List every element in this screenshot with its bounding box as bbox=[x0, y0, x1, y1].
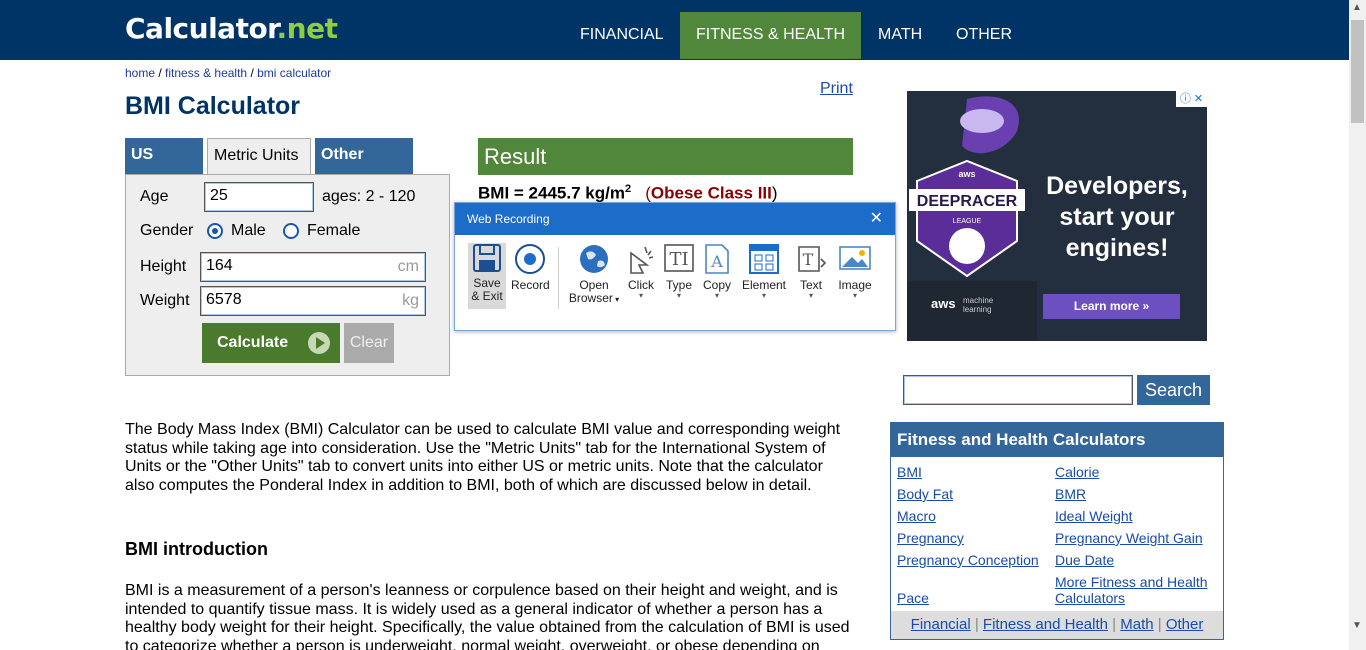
aws-logo: aws bbox=[931, 296, 956, 311]
gender-label: Gender bbox=[140, 222, 194, 239]
text-icon: T bbox=[798, 246, 827, 272]
record-button[interactable]: Record bbox=[511, 243, 550, 292]
link-body-fat[interactable]: Body Fat bbox=[897, 486, 953, 502]
scrollbar-thumb[interactable] bbox=[1351, 20, 1364, 123]
type-button[interactable]: TI Type ▾ bbox=[662, 243, 696, 300]
click-icon bbox=[630, 246, 654, 274]
footer-link-other[interactable]: Other bbox=[1166, 616, 1204, 633]
scroll-down-icon[interactable]: ▼ bbox=[1352, 620, 1362, 631]
image-button[interactable]: Image ▾ bbox=[835, 243, 875, 300]
bmi-result: BMI = 2445.7 kg/m2 (Obese Class III) bbox=[478, 183, 778, 203]
link-calorie[interactable]: Calorie bbox=[1055, 464, 1099, 480]
footer-link-financial[interactable]: Financial bbox=[911, 616, 971, 633]
panel-footer: Financial | Fitness and Health | Math | … bbox=[891, 611, 1223, 639]
ad-info-close-icon[interactable]: ⓘ ✕ bbox=[1176, 91, 1207, 107]
scroll-up-icon[interactable]: ▲ bbox=[1352, 2, 1362, 13]
click-button[interactable]: Click ▾ bbox=[623, 243, 659, 300]
copy-button[interactable]: A Copy ▾ bbox=[700, 243, 734, 300]
panel-heading: Fitness and Health Calculators bbox=[891, 423, 1223, 457]
site-logo[interactable]: Calculator.net bbox=[125, 12, 338, 45]
link-pregnancy-weight-gain[interactable]: Pregnancy Weight Gain bbox=[1055, 530, 1203, 546]
female-radio[interactable] bbox=[283, 223, 299, 239]
height-label: Height bbox=[140, 258, 187, 275]
weight-label: Weight bbox=[140, 292, 190, 309]
age-hint: ages: 2 - 120 bbox=[322, 188, 416, 205]
ad-learn-more-button[interactable]: Learn more » bbox=[1043, 294, 1180, 319]
print-link[interactable]: Print bbox=[820, 80, 853, 98]
breadcrumb-fitness[interactable]: fitness & health bbox=[165, 66, 247, 80]
svg-text:DEEPRACER: DEEPRACER bbox=[917, 193, 1018, 210]
nav-fitness-health[interactable]: FITNESS & HEALTH bbox=[680, 12, 862, 59]
weight-input[interactable]: 6578 kg bbox=[200, 286, 426, 316]
search-input[interactable] bbox=[903, 375, 1133, 405]
svg-text:LEAGUE: LEAGUE bbox=[953, 218, 982, 225]
breadcrumb: home / fitness & health / bmi calculator bbox=[125, 66, 332, 80]
open-browser-button[interactable]: Open Browser ▾ bbox=[565, 243, 623, 306]
save-exit-button[interactable]: Save & Exit bbox=[468, 243, 506, 309]
link-pregnancy[interactable]: Pregnancy bbox=[897, 530, 964, 546]
result-heading: Result bbox=[478, 138, 853, 175]
female-label[interactable]: Female bbox=[307, 222, 360, 240]
search-button[interactable]: Search bbox=[1137, 375, 1210, 405]
bmi-intro-paragraph: BMI is a measurement of a person's leann… bbox=[125, 582, 850, 650]
nav-financial[interactable]: FINANCIAL bbox=[564, 12, 680, 59]
link-pace[interactable]: Pace bbox=[897, 590, 929, 606]
tab-metric-units[interactable]: Metric Units bbox=[207, 138, 311, 176]
svg-text:TI: TI bbox=[669, 249, 688, 270]
link-macro[interactable]: Macro bbox=[897, 508, 936, 524]
element-button[interactable]: Element ▾ bbox=[740, 243, 788, 300]
svg-text:T: T bbox=[803, 250, 814, 269]
ad-subtitle: machine learning bbox=[963, 296, 994, 314]
age-input[interactable]: 25 bbox=[204, 182, 314, 212]
breadcrumb-current[interactable]: bmi calculator bbox=[257, 66, 331, 80]
text-button[interactable]: T Text ▾ bbox=[793, 243, 829, 300]
link-pregnancy-conception[interactable]: Pregnancy Conception bbox=[897, 552, 1039, 568]
link-more-calculators[interactable]: More Fitness and Health Calculators bbox=[1055, 574, 1225, 606]
nav-other[interactable]: OTHER bbox=[940, 12, 1028, 59]
breadcrumb-home[interactable]: home bbox=[125, 66, 155, 80]
play-arrow-icon bbox=[308, 332, 330, 354]
link-bmr[interactable]: BMR bbox=[1055, 486, 1086, 502]
element-icon bbox=[749, 244, 779, 274]
toolbar-separator bbox=[558, 247, 559, 309]
male-label[interactable]: Male bbox=[231, 222, 266, 240]
intro-paragraph: The Body Mass Index (BMI) Calculator can… bbox=[125, 421, 841, 494]
page-scrollbar[interactable]: ▲ ▼ bbox=[1349, 0, 1366, 650]
tab-us-units[interactable]: US Units bbox=[125, 138, 203, 197]
link-due-date[interactable]: Due Date bbox=[1055, 552, 1114, 568]
age-label: Age bbox=[140, 188, 169, 205]
type-icon: TI bbox=[664, 244, 694, 272]
tab-other-units[interactable]: Other Units bbox=[315, 138, 413, 197]
globe-icon bbox=[580, 245, 608, 273]
image-icon bbox=[839, 246, 871, 270]
close-icon[interactable]: ✕ bbox=[870, 203, 883, 235]
footer-link-math[interactable]: Math bbox=[1120, 616, 1153, 633]
footer-link-fitness[interactable]: Fitness and Health bbox=[983, 616, 1108, 633]
height-unit: cm bbox=[397, 258, 419, 275]
link-ideal-weight[interactable]: Ideal Weight bbox=[1055, 508, 1133, 524]
copy-icon: A bbox=[705, 244, 729, 274]
save-icon bbox=[473, 244, 501, 272]
svg-text:aws: aws bbox=[958, 169, 975, 179]
page-title: BMI Calculator bbox=[125, 92, 301, 120]
link-bmi[interactable]: BMI bbox=[897, 464, 922, 480]
bmi-classification: Obese Class III bbox=[650, 183, 772, 203]
ad-headline: Developers, start your engines! bbox=[1046, 172, 1188, 262]
male-radio[interactable] bbox=[207, 223, 223, 239]
svg-text:A: A bbox=[710, 252, 723, 271]
section-heading: BMI introduction bbox=[125, 539, 268, 559]
nav-math[interactable]: MATH bbox=[862, 12, 938, 59]
aws-ad[interactable]: ⓘ ✕ DEEPRACER aws LEAGUE Developers, sta… bbox=[907, 91, 1207, 341]
top-navigation-bar: Calculator.net FINANCIAL FITNESS & HEALT… bbox=[0, 0, 1349, 60]
weight-unit: kg bbox=[402, 292, 419, 309]
fitness-calculators-panel: Fitness and Health Calculators BMI Body … bbox=[890, 422, 1224, 640]
clear-button[interactable]: Clear bbox=[344, 323, 394, 363]
recorder-titlebar[interactable]: Web Recording ✕ bbox=[455, 203, 895, 235]
record-icon bbox=[515, 244, 545, 274]
calculate-button[interactable]: Calculate bbox=[202, 323, 340, 363]
height-input[interactable]: 164 cm bbox=[200, 252, 426, 282]
web-recording-toolbar: Web Recording ✕ Save & Exit Record Open Bro… bbox=[454, 202, 896, 331]
